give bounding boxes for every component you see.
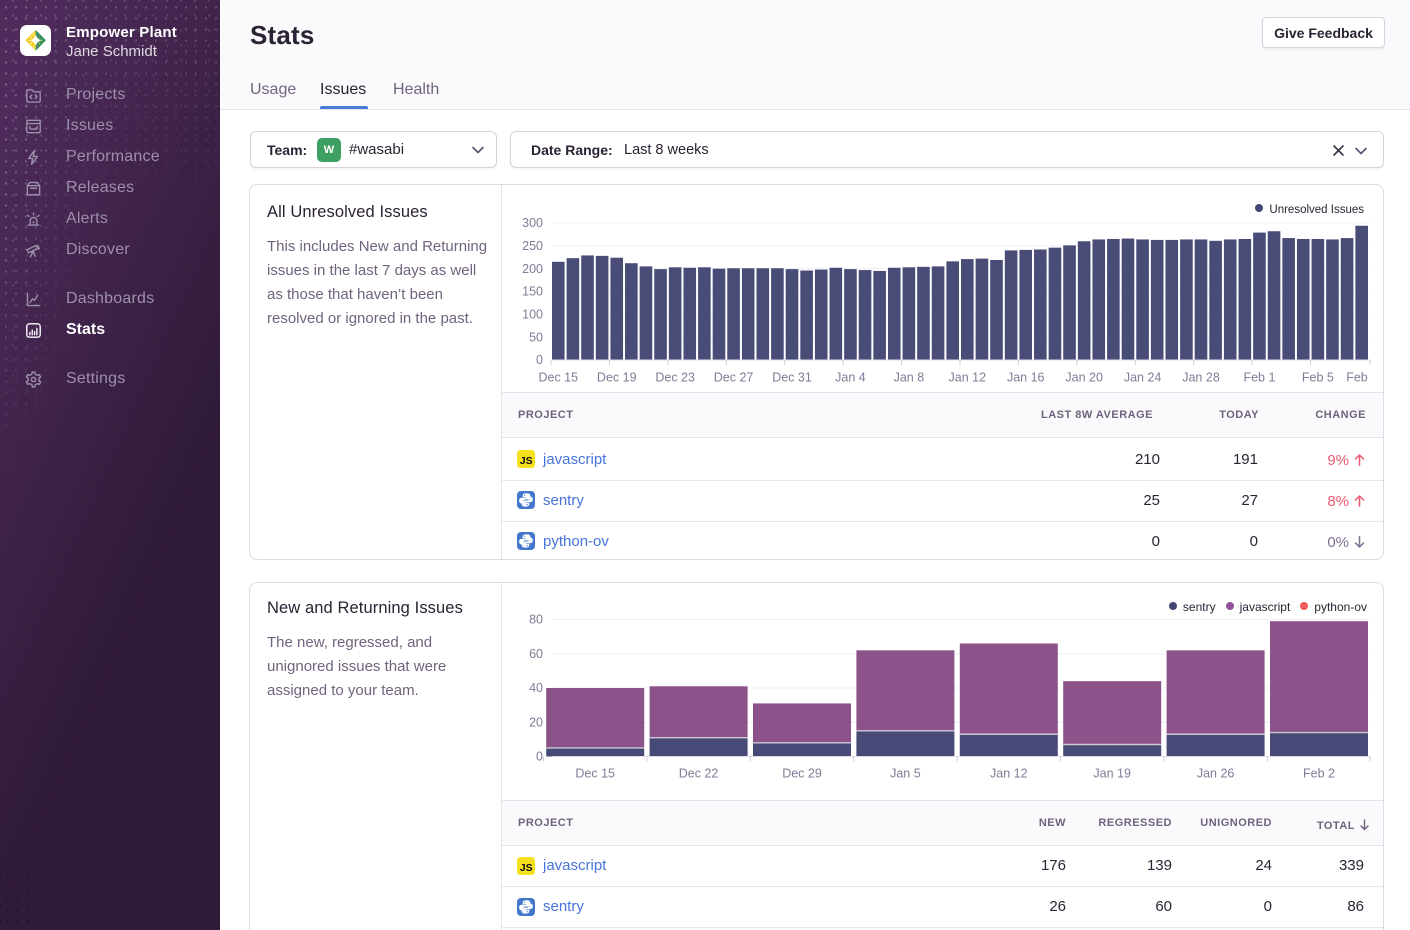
svg-text:Jan 16: Jan 16 bbox=[1007, 371, 1045, 385]
svg-text:Jan 26: Jan 26 bbox=[1197, 767, 1235, 781]
svg-text:Jan 24: Jan 24 bbox=[1124, 371, 1162, 385]
svg-text:Jan 5: Jan 5 bbox=[890, 767, 921, 781]
svg-text:100: 100 bbox=[522, 308, 543, 322]
svg-text:Dec 15: Dec 15 bbox=[538, 371, 578, 385]
svg-text:250: 250 bbox=[522, 239, 543, 253]
svg-text:Feb 2: Feb 2 bbox=[1303, 767, 1335, 781]
svg-text:Feb: Feb bbox=[1346, 371, 1368, 385]
svg-text:Dec 27: Dec 27 bbox=[714, 371, 754, 385]
svg-text:Jan 19: Jan 19 bbox=[1093, 767, 1131, 781]
svg-text:JS: JS bbox=[520, 455, 533, 467]
svg-text:Dec 15: Dec 15 bbox=[575, 767, 615, 781]
svg-text:Dec 22: Dec 22 bbox=[679, 767, 719, 781]
svg-text:40: 40 bbox=[529, 681, 543, 695]
svg-text:50: 50 bbox=[529, 330, 543, 344]
svg-text:Feb 5: Feb 5 bbox=[1302, 371, 1334, 385]
svg-text:300: 300 bbox=[522, 216, 543, 230]
svg-text:JS: JS bbox=[520, 862, 533, 874]
svg-text:Dec 19: Dec 19 bbox=[597, 371, 637, 385]
svg-text:Jan 12: Jan 12 bbox=[990, 767, 1028, 781]
svg-text:Dec 23: Dec 23 bbox=[655, 371, 695, 385]
svg-text:150: 150 bbox=[522, 285, 543, 299]
svg-text:Jan 12: Jan 12 bbox=[949, 371, 987, 385]
svg-text:0: 0 bbox=[536, 353, 543, 367]
svg-text:Jan 20: Jan 20 bbox=[1065, 371, 1103, 385]
svg-text:Jan 8: Jan 8 bbox=[894, 371, 925, 385]
svg-text:80: 80 bbox=[529, 613, 543, 627]
svg-text:0: 0 bbox=[536, 750, 543, 764]
svg-text:Jan 4: Jan 4 bbox=[835, 371, 866, 385]
svg-text:200: 200 bbox=[522, 262, 543, 276]
svg-text:60: 60 bbox=[529, 647, 543, 661]
svg-text:20: 20 bbox=[529, 715, 543, 729]
svg-text:Dec 31: Dec 31 bbox=[772, 371, 812, 385]
svg-text:Jan 28: Jan 28 bbox=[1182, 371, 1220, 385]
svg-text:Feb 1: Feb 1 bbox=[1243, 371, 1275, 385]
svg-text:Dec 29: Dec 29 bbox=[782, 767, 822, 781]
